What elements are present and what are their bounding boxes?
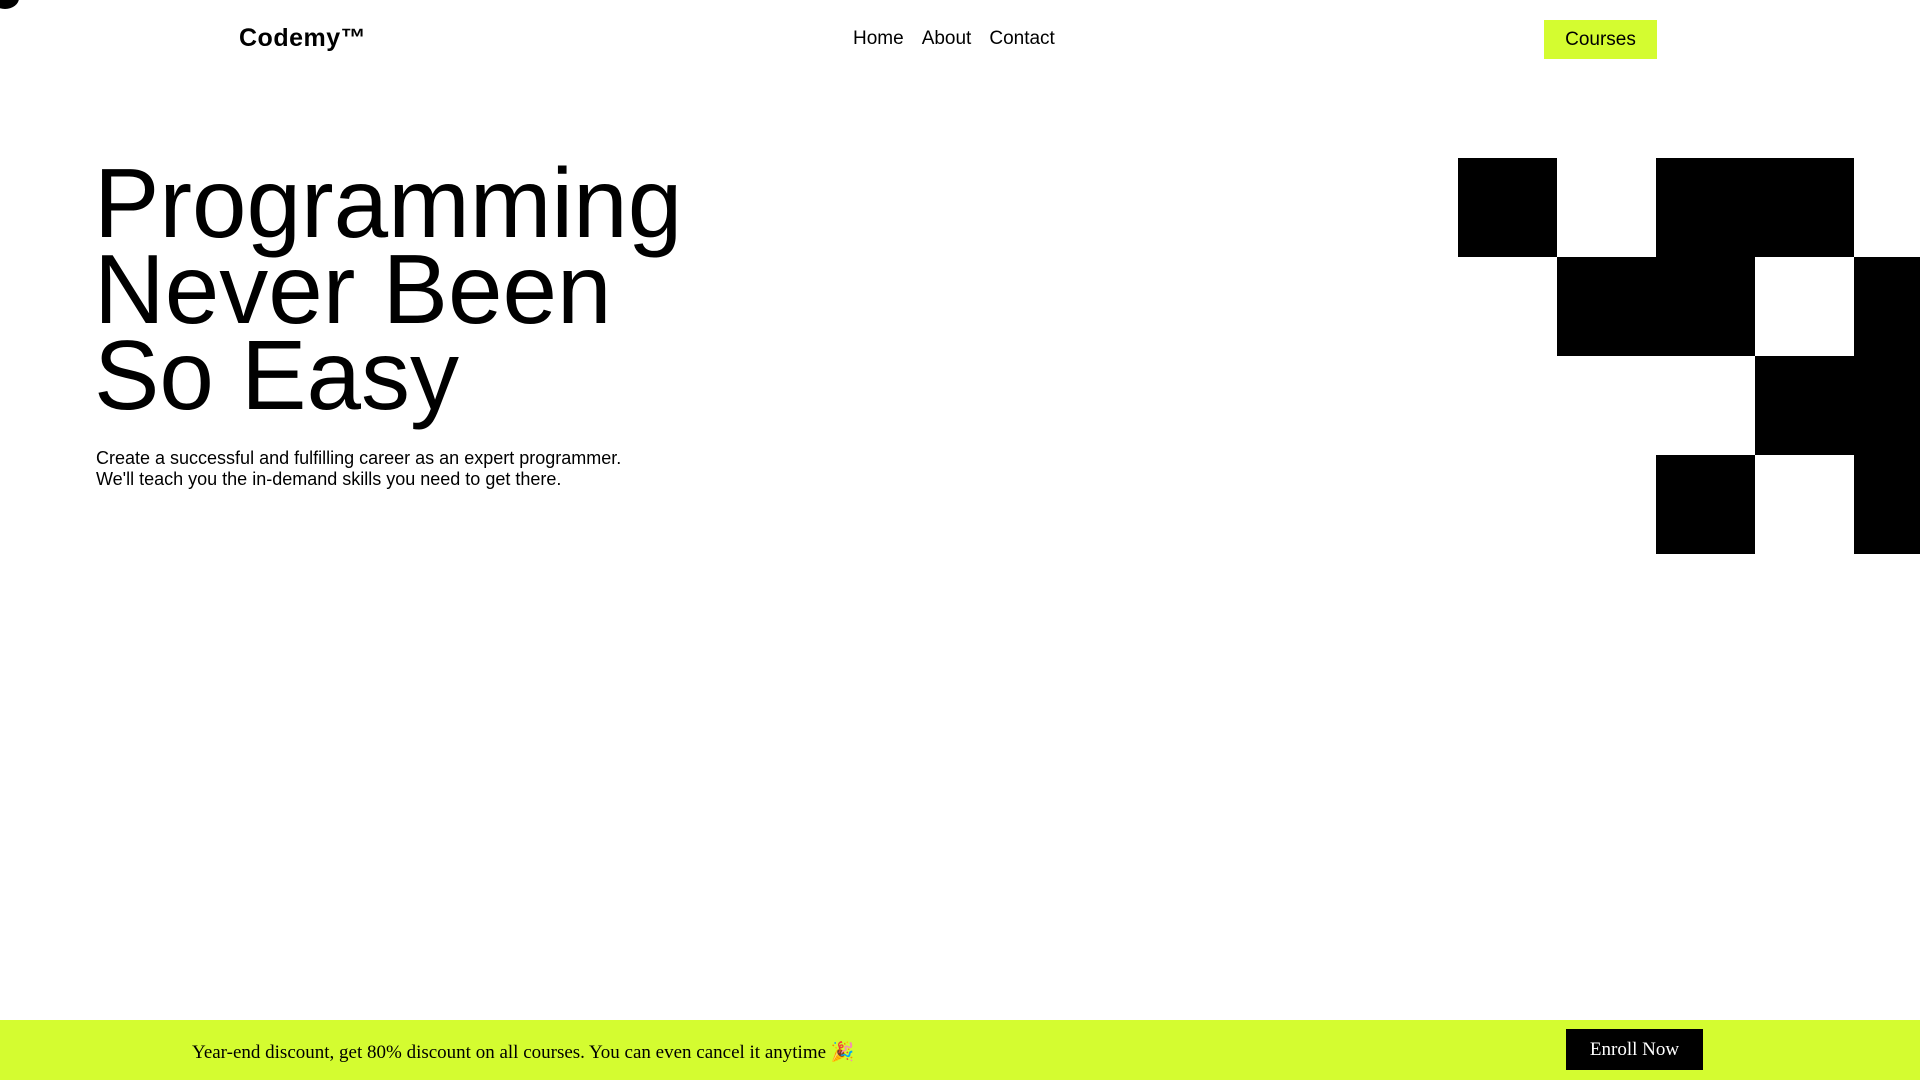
nav-link-home[interactable]: Home xyxy=(853,28,904,50)
hero-title-line: So Easy xyxy=(94,320,459,430)
page: Codemy™ Home About Contact Courses Progr… xyxy=(0,0,1920,1080)
hero-title: Programming Never Been So Easy xyxy=(94,154,682,430)
enroll-now-button[interactable]: Enroll Now xyxy=(1566,1029,1703,1070)
courses-button[interactable]: Courses xyxy=(1544,20,1657,59)
logo[interactable]: Codemy™ xyxy=(239,24,366,53)
promo-text: Year-end discount, get 80% discount on a… xyxy=(192,1042,855,1063)
pattern-square xyxy=(1854,257,1920,356)
pattern-square xyxy=(1557,257,1656,356)
pattern-square xyxy=(1656,455,1755,554)
nav-link-contact[interactable]: Contact xyxy=(989,28,1054,50)
pattern-square xyxy=(1755,356,1854,455)
pattern-square xyxy=(1854,455,1920,554)
nav-link-about[interactable]: About xyxy=(922,28,972,50)
main-nav: Home About Contact xyxy=(853,28,1055,50)
cursor-dot xyxy=(0,0,19,9)
pattern-square xyxy=(1656,257,1755,356)
pattern-square xyxy=(1755,158,1854,257)
hero-subtitle-line: We'll teach you the in-demand skills you… xyxy=(96,469,562,489)
hero-subtitle: Create a successful and fulfilling caree… xyxy=(96,448,621,490)
pattern-square xyxy=(1656,158,1755,257)
pattern-square xyxy=(1854,356,1920,455)
hero-subtitle-line: Create a successful and fulfilling caree… xyxy=(96,448,622,468)
pattern-square xyxy=(1458,158,1557,257)
promo-banner: Year-end discount, get 80% discount on a… xyxy=(0,1020,1920,1080)
